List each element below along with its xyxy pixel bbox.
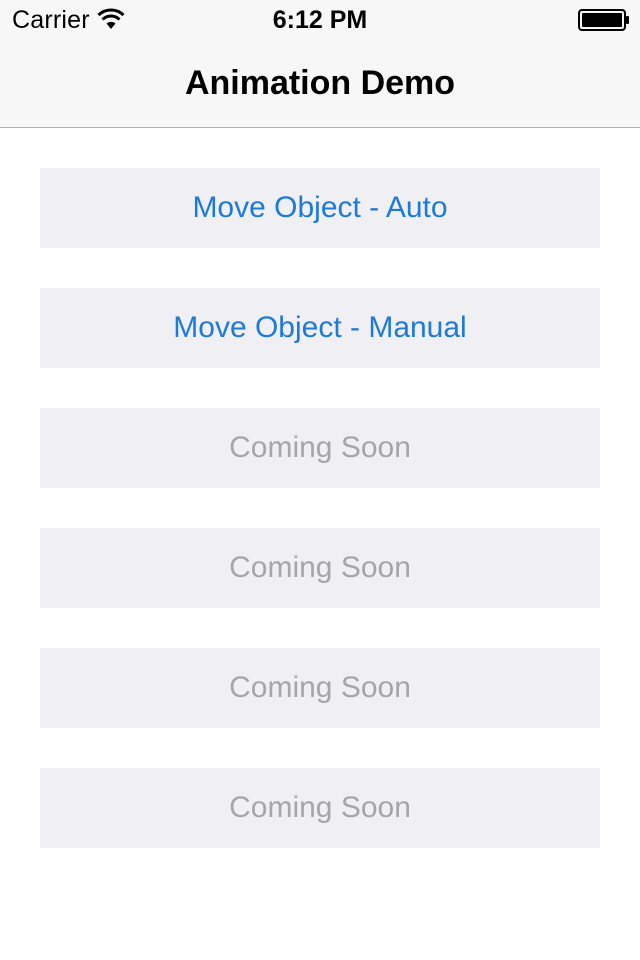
button-list: Move Object - Auto Move Object - Manual … [40,168,600,888]
coming-soon-button-2: Coming Soon [40,528,600,608]
battery-icon [578,9,629,31]
move-object-auto-button[interactable]: Move Object - Auto [40,168,600,248]
coming-soon-button-3: Coming Soon [40,648,600,728]
move-object-manual-button[interactable]: Move Object - Manual [40,288,600,368]
page-title: Animation Demo [184,64,456,102]
status-bar: Carrier 6:12 PM [0,0,640,40]
status-time: 6:12 PM [272,6,368,34]
coming-soon-button-4: Coming Soon [40,768,600,848]
navigation-bar: Carrier 6:12 PM Animation Demo [0,0,640,128]
coming-soon-button-1: Coming Soon [40,408,600,488]
